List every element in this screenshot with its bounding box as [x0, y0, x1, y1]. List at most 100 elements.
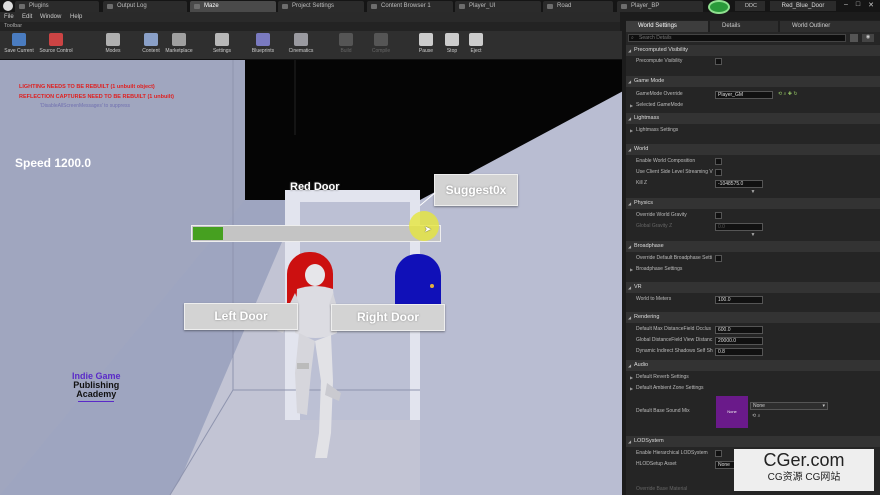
gamemode-tools-icons[interactable]: ⟲ ⌕ ✚ ↻: [778, 89, 798, 100]
kill-z-input[interactable]: -1048575.0: [715, 180, 763, 188]
global-df-input[interactable]: 20000.0: [715, 337, 763, 345]
eject-icon: [469, 33, 483, 46]
tab-player-ui[interactable]: Player_UI: [455, 1, 541, 12]
section-world[interactable]: World: [626, 144, 880, 155]
global-gravity-input: 0.0: [715, 223, 763, 231]
source-control-button[interactable]: Source Control: [38, 33, 74, 54]
prop-global-df: Global DistanceField View Distanc 20000.0: [626, 335, 880, 346]
play-status-icon[interactable]: [708, 0, 730, 14]
toolbar-label: Build: [340, 48, 352, 54]
tab-details[interactable]: Details: [710, 21, 778, 32]
section-game-mode[interactable]: Game Mode: [626, 76, 880, 87]
prop-label: Default Ambient Zone Settings: [636, 385, 704, 391]
minimize-button[interactable]: –: [840, 1, 852, 11]
toolbar-title: Toolbar: [4, 23, 23, 29]
sound-mix-dropdown[interactable]: None ▾: [750, 402, 828, 410]
modes-button[interactable]: Modes: [95, 33, 131, 54]
expand-arrow-icon: ▶: [630, 386, 634, 391]
menu-window[interactable]: Window: [40, 12, 61, 22]
suggest-button[interactable]: Suggest0x: [434, 174, 518, 206]
speed-readout: Speed 1200.0: [15, 156, 92, 170]
toolbar-label: Save Current: [4, 48, 34, 54]
tab-project-settings[interactable]: Project Settings: [278, 1, 364, 12]
section-audio[interactable]: Audio: [626, 360, 880, 371]
section-physics[interactable]: Physics: [626, 198, 880, 209]
academy-logo-line3: Academy: [76, 389, 117, 399]
compile-icon: [374, 33, 388, 46]
prop-max-distance: Default Max DistanceField Occlus 600.0: [626, 324, 880, 335]
prop-reverb[interactable]: ▶ Default Reverb Settings: [626, 372, 880, 383]
sound-mix-thumbnail[interactable]: None: [716, 396, 748, 428]
tab-player-bp[interactable]: Player_BP: [617, 1, 703, 12]
override-gravity-checkbox[interactable]: [715, 212, 722, 219]
tab-icon: [194, 4, 200, 9]
gamemode-dropdown[interactable]: Player_GM: [715, 91, 773, 99]
world-composition-checkbox[interactable]: [715, 158, 722, 165]
source-control-icon: [49, 33, 63, 46]
prop-label: Default Base Sound Mix: [636, 408, 690, 414]
prop-lightmass-settings[interactable]: ▶ Lightmass Settings: [626, 125, 880, 136]
enable-hlod-checkbox[interactable]: [715, 450, 722, 457]
tab-content-browser-1[interactable]: Content Browser 1: [367, 1, 453, 12]
precompute-visibility-checkbox[interactable]: [715, 58, 722, 65]
dynamic-indirect-input[interactable]: 0.8: [715, 348, 763, 356]
menu-help[interactable]: Help: [70, 12, 82, 22]
expand-arrow-icon: ▶: [630, 103, 634, 108]
tab-plugins[interactable]: Plugins: [15, 1, 99, 12]
tab-label: Player_BP: [631, 3, 660, 9]
thumbnail-label: None: [727, 409, 737, 414]
advanced-expand-icon[interactable]: ▼: [626, 189, 880, 195]
prop-ambient[interactable]: ▶ Default Ambient Zone Settings: [626, 383, 880, 394]
grid-view-icon[interactable]: [850, 34, 858, 42]
prop-label: Global DistanceField View Distanc: [636, 337, 713, 343]
tab-icon: [282, 4, 288, 9]
blueprints-button[interactable]: Blueprints: [245, 33, 281, 54]
section-lightmass[interactable]: Lightmass: [626, 113, 880, 124]
section-broadphase[interactable]: Broadphase: [626, 241, 880, 252]
right-door-button[interactable]: Right Door: [331, 304, 445, 331]
expand-arrow-icon: ▶: [630, 128, 634, 133]
prop-label: Precompute Visibility: [636, 58, 683, 64]
ddc-indicator[interactable]: DDC: [735, 1, 765, 11]
advanced-expand-icon[interactable]: ▼: [626, 232, 880, 238]
game-viewport[interactable]: LIGHTING NEEDS TO BE REBUILT (1 unbuilt …: [0, 60, 622, 495]
maximize-button[interactable]: □: [852, 1, 864, 11]
tab-maze[interactable]: Maze: [190, 1, 276, 12]
settings-button[interactable]: Settings: [204, 33, 240, 54]
left-door-button[interactable]: Left Door: [184, 303, 298, 330]
client-streaming-checkbox[interactable]: [715, 169, 722, 176]
menu-bar: File Edit Window Help: [0, 12, 620, 22]
prop-enable-world-composition: Enable World Composition: [626, 156, 880, 167]
settings-icon: [215, 33, 229, 46]
section-rendering[interactable]: Rendering: [626, 312, 880, 323]
unreal-logo-icon[interactable]: [3, 1, 13, 11]
world-to-meters-input[interactable]: 100.0: [715, 296, 763, 304]
tab-road[interactable]: Road: [543, 1, 613, 12]
search-input[interactable]: ⌕ Search Details: [628, 34, 846, 42]
sound-mix-tools-icons[interactable]: ⟲ ⌕: [752, 413, 760, 419]
save-current-button[interactable]: Save Current: [1, 33, 37, 54]
section-precomputed-visibility[interactable]: Precomputed Visibility: [626, 45, 880, 56]
tab-world-outliner[interactable]: World Outliner: [780, 21, 880, 32]
eye-icon[interactable]: ◉: [862, 34, 874, 42]
tab-label: Road: [557, 3, 572, 9]
max-distance-input[interactable]: 600.0: [715, 326, 763, 334]
toolbar-label: Eject: [470, 48, 482, 54]
close-button[interactable]: ✕: [865, 1, 877, 11]
override-broadphase-checkbox[interactable]: [715, 255, 722, 262]
menu-file[interactable]: File: [4, 12, 14, 22]
tab-output-log[interactable]: Output Log: [103, 1, 187, 12]
academy-logo-underline: [78, 401, 115, 402]
marketplace-button[interactable]: Marketplace: [161, 33, 197, 54]
mouse-pointer-icon: ➤: [424, 224, 432, 234]
eject-button[interactable]: Eject: [458, 33, 494, 54]
prop-selected-gamemode[interactable]: ▶ Selected GameMode: [626, 100, 880, 111]
hlod-asset-dropdown[interactable]: None: [715, 461, 735, 469]
section-vr[interactable]: VR: [626, 282, 880, 293]
section-lod-system[interactable]: LODSystem: [626, 436, 880, 447]
cinematics-button[interactable]: Cinematics: [283, 33, 319, 54]
tab-world-settings[interactable]: World Settings: [626, 21, 708, 32]
menu-edit[interactable]: Edit: [22, 12, 32, 22]
prop-broadphase-settings[interactable]: ▶ Broadphase Settings: [626, 264, 880, 275]
search-placeholder: Search Details: [639, 35, 672, 41]
